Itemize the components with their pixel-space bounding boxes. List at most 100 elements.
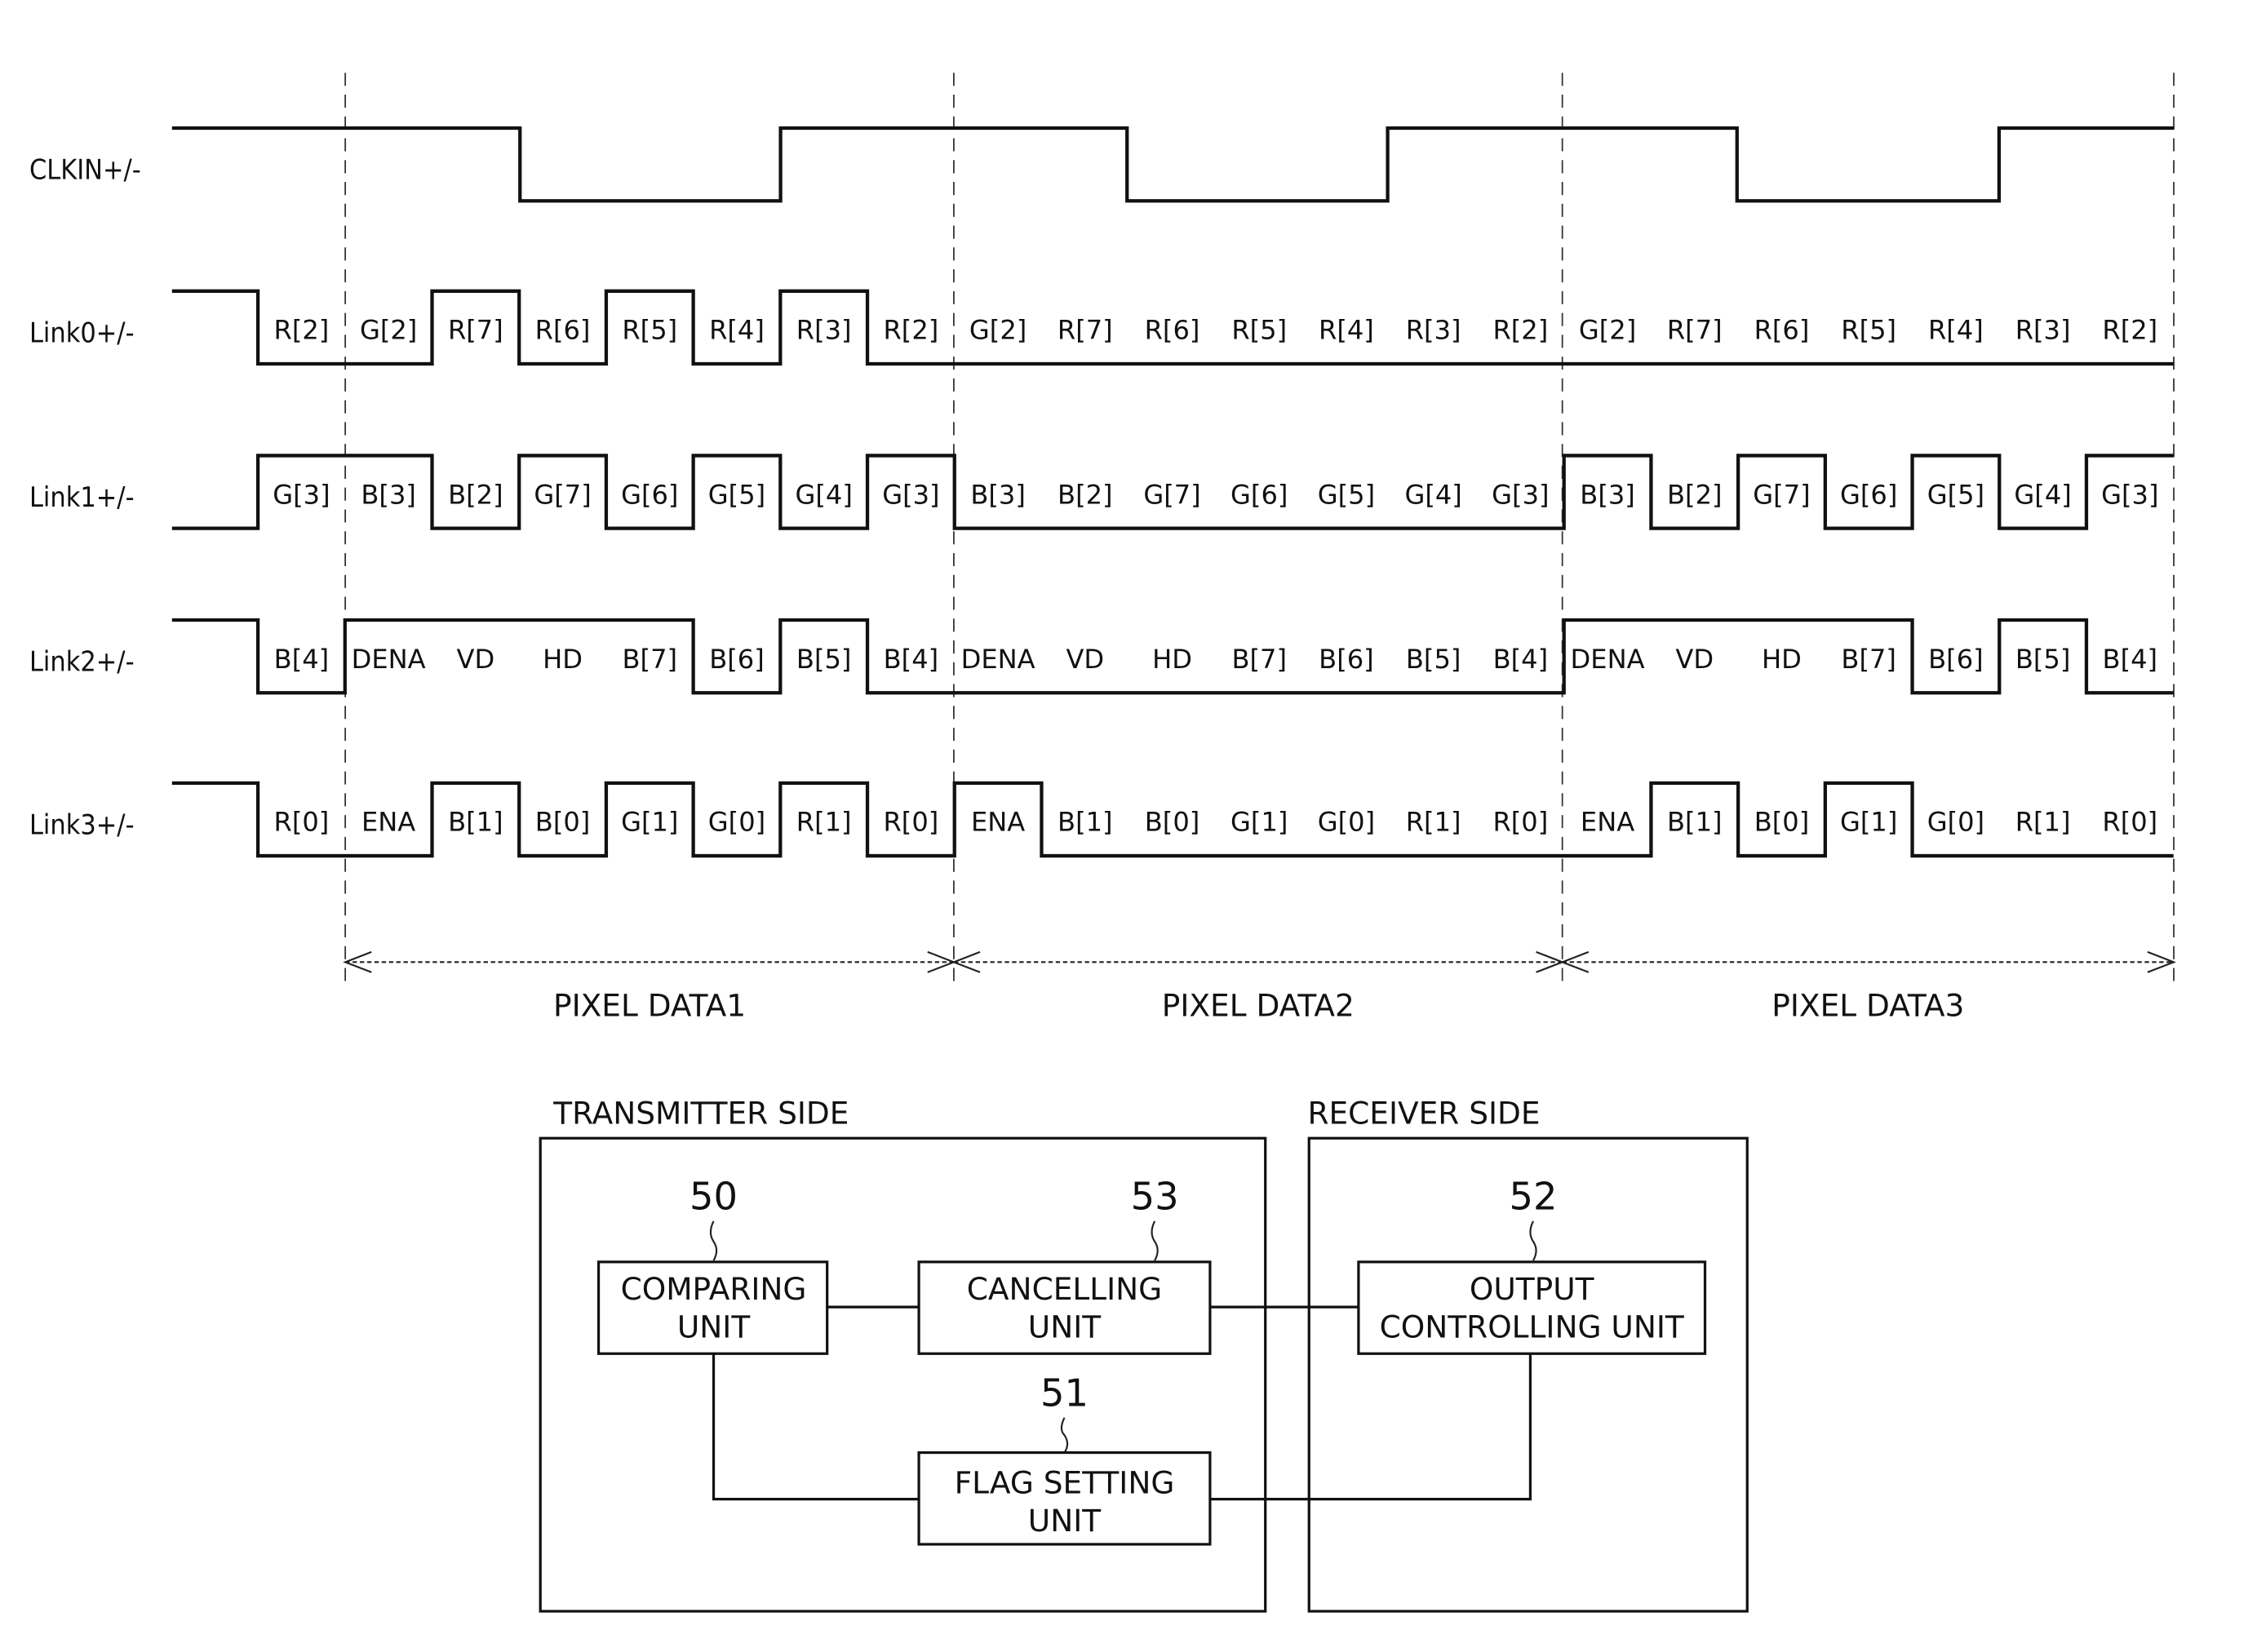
bit-label: G[4] (796, 479, 853, 510)
bit-label: R[0] (883, 807, 938, 838)
bit-label: R[0] (274, 807, 330, 838)
bit-label: VD (457, 644, 495, 675)
bit-label: B[4] (274, 644, 330, 675)
bit-label: R[2] (1492, 315, 1548, 346)
bit-label: B[0] (1754, 807, 1810, 838)
bit-label: B[5] (1406, 644, 1461, 675)
bit-label: R[2] (2102, 315, 2157, 346)
bit-label: B[0] (1145, 807, 1200, 838)
bit-label: HD (1762, 644, 1802, 675)
bit-label: G[2] (1579, 315, 1636, 346)
bit-label: R[4] (709, 315, 765, 346)
bit-label: VD (1066, 644, 1104, 675)
unit-label-line2: UNIT (1028, 1309, 1101, 1345)
bit-label: B[2] (448, 479, 503, 510)
signal-label: CLKIN+/- (29, 153, 141, 185)
bit-label: G[5] (708, 479, 765, 510)
bit-label: R[0] (1492, 807, 1548, 838)
bit-label: B[3] (970, 479, 1026, 510)
bit-label: G[1] (1840, 807, 1897, 838)
bit-label: R[5] (1231, 315, 1287, 346)
bit-label: B[6] (1319, 644, 1374, 675)
ref-50: 50 (690, 1175, 738, 1219)
bit-label: B[2] (1058, 479, 1113, 510)
bit-label: G[3] (2101, 479, 2158, 510)
timing-and-block-diagram: CLKIN+/- Link0+/- R[2] G[2] R[7] R[6] R[5] R[4]… (29, 73, 2176, 1613)
signal-label: Link1+/- (29, 481, 135, 513)
bit-label: R[4] (1319, 315, 1374, 346)
bit-label: G[6] (621, 479, 678, 510)
bit-label: G[4] (1404, 479, 1461, 510)
bit-label: B[3] (361, 479, 416, 510)
bit-label: B[4] (2103, 644, 2158, 675)
bit-label: R[1] (2015, 807, 2071, 838)
bit-label: R[2] (883, 315, 938, 346)
bit-label: R[1] (1406, 807, 1461, 838)
bit-label: ENA (1581, 807, 1634, 838)
bit-label: G[0] (708, 807, 765, 838)
bit-label: R[3] (2015, 315, 2071, 346)
bit-label: R[3] (796, 315, 852, 346)
bit-label: G[0] (1927, 807, 1984, 838)
bit-label: G[4] (2014, 479, 2071, 510)
bit-label: G[7] (1753, 479, 1810, 510)
bit-label: DENA (961, 644, 1035, 675)
pixel-period-label: PIXEL DATA3 (1771, 987, 1964, 1023)
unit-label-line2: UNIT (1028, 1503, 1101, 1539)
bit-label: G[6] (1230, 479, 1288, 510)
bit-label: R[7] (1058, 315, 1113, 346)
bit-label: R[7] (448, 315, 503, 346)
unit-label-line1: OUTPUT (1470, 1271, 1594, 1307)
bit-label: HD (1152, 644, 1192, 675)
bit-label: B[1] (1058, 807, 1113, 838)
bit-label: VD (1675, 644, 1714, 675)
bit-label: R[4] (1928, 315, 1984, 346)
bit-label: ENA (971, 807, 1025, 838)
bit-label: R[5] (1841, 315, 1896, 346)
bit-label: B[2] (1667, 479, 1723, 510)
bit-label: HD (543, 644, 583, 675)
ref-53: 53 (1131, 1175, 1179, 1219)
signal-label: Link0+/- (29, 317, 135, 348)
bit-label: B[5] (2015, 644, 2071, 675)
bit-label: B[1] (448, 807, 503, 838)
bit-label: R[3] (1406, 315, 1461, 346)
signal-label: Link3+/- (29, 808, 135, 840)
bit-label: G[7] (1143, 479, 1200, 510)
bit-label: B[6] (1928, 644, 1984, 675)
ref-51: 51 (1040, 1371, 1089, 1415)
bit-label: G[1] (621, 807, 678, 838)
bit-label: G[5] (1927, 479, 1984, 510)
bit-label: B[7] (1841, 644, 1896, 675)
figure: CLKIN+/- Link0+/- R[2] G[2] R[7] R[6] R[5] R[4]… (0, 0, 2257, 1652)
bit-label: B[7] (1231, 644, 1287, 675)
bit-label: R[5] (622, 315, 677, 346)
unit-label-line2: UNIT (677, 1309, 750, 1345)
bit-label: G[1] (1230, 807, 1288, 838)
bit-label: G[0] (1318, 807, 1375, 838)
timing-waveforms: CLKIN+/- Link0+/- R[2] G[2] R[7] R[6] R[5] R[4]… (29, 126, 2175, 858)
bit-label: R[6] (1754, 315, 1810, 346)
pixel-boundaries (344, 73, 2175, 990)
bit-label: R[2] (274, 315, 330, 346)
pixel-period-arrows: PIXEL DATA1 PIXEL DATA2 PIXEL DATA3 (343, 950, 2176, 1023)
bit-label: R[1] (796, 807, 852, 838)
unit-label-line1: CANCELLING (967, 1271, 1162, 1307)
bit-label: G[7] (534, 479, 591, 510)
bit-label: R[6] (535, 315, 591, 346)
bit-label: DENA (352, 644, 426, 675)
signal-label: Link2+/- (29, 645, 135, 677)
bit-label: B[6] (709, 644, 765, 675)
bit-label: B[0] (535, 807, 591, 838)
clock-waveform (171, 126, 2175, 203)
bit-label: G[2] (969, 315, 1027, 346)
unit-label-line1: FLAG SETTING (955, 1465, 1175, 1501)
bit-label: DENA (1571, 644, 1645, 675)
bit-label: B[4] (1493, 644, 1549, 675)
bit-label: B[1] (1667, 807, 1723, 838)
pixel-period-label: PIXEL DATA2 (1162, 987, 1355, 1023)
transmitter-side-label: TRANSMITTER SIDE (552, 1095, 849, 1131)
unit-label-line1: COMPARING (621, 1271, 807, 1307)
bit-label: G[5] (1318, 479, 1375, 510)
bit-label: G[3] (1492, 479, 1549, 510)
